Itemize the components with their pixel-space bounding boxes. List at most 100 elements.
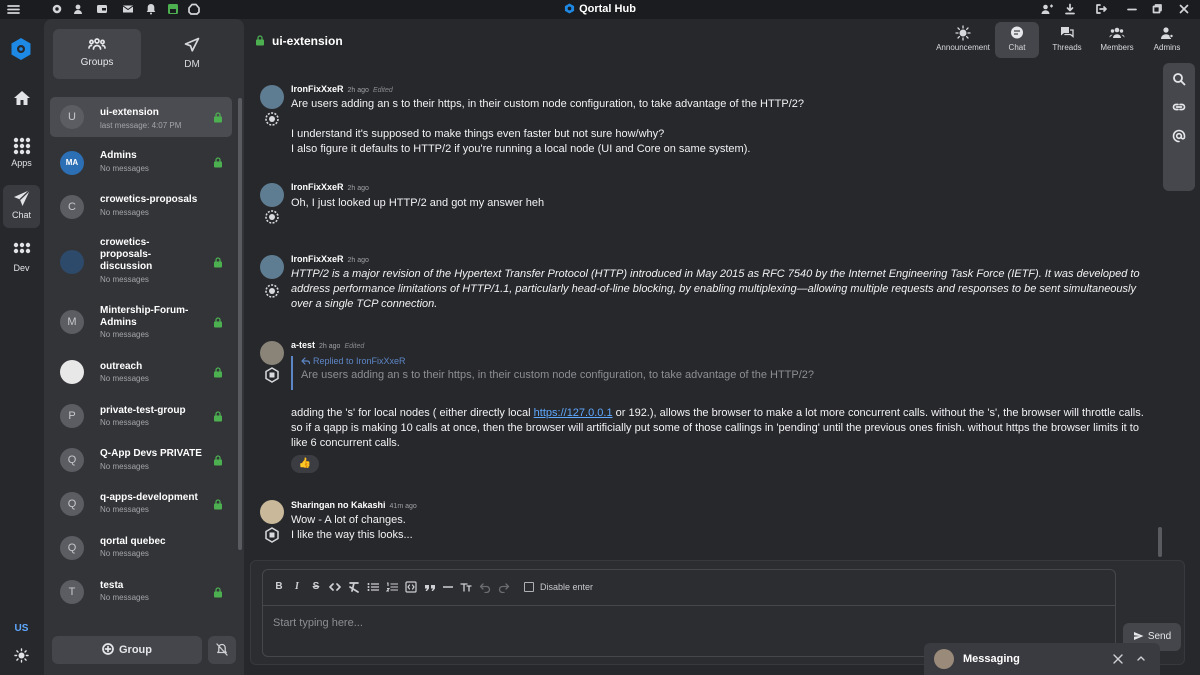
title-bar: Qortal Hub (0, 0, 1200, 19)
lock-icon (213, 499, 223, 510)
channel-title: ui-extension (272, 34, 343, 48)
tab-announcement[interactable]: Announcement (936, 22, 990, 58)
search-icon[interactable] (1172, 72, 1186, 86)
level-badge-icon (264, 111, 280, 127)
chat-nav[interactable]: Chat (0, 188, 43, 220)
tab-threads-label: Threads (1052, 43, 1082, 52)
add-group-label: Group (119, 644, 152, 656)
tab-threads[interactable]: Threads (1044, 22, 1090, 58)
code-icon[interactable] (329, 580, 341, 593)
group-item-admins[interactable]: MA Admins No messages (50, 141, 232, 181)
theme-toggle-sun-icon[interactable] (14, 648, 29, 663)
message-author[interactable]: IronFixXxeR (291, 254, 344, 264)
group-item-mintership-forum-admins[interactable]: M Mintership-Forum-Admins No messages (50, 296, 232, 346)
home-nav[interactable] (0, 90, 43, 108)
message-header: IronFixXxeR 2h ago Edited (291, 84, 393, 94)
bullet-list-icon[interactable] (367, 580, 379, 593)
chat-bubble-icon (995, 25, 1039, 41)
mute-notifications-button[interactable] (208, 636, 236, 664)
horizontal-rule-icon[interactable] (442, 580, 454, 593)
logout-icon[interactable] (1095, 3, 1108, 16)
text-format-icon[interactable] (460, 580, 472, 593)
group-item-outreach[interactable]: outreach No messages (50, 352, 232, 392)
message-text-pre: adding the 's' for local nodes ( either … (291, 407, 534, 419)
add-group-button[interactable]: Group (52, 636, 202, 664)
dev-nav[interactable]: Dev (0, 241, 43, 273)
account-switch-icon[interactable] (1041, 3, 1054, 16)
quote-icon[interactable] (424, 580, 436, 593)
tab-groups[interactable]: Groups (53, 29, 141, 79)
redo-icon[interactable] (498, 580, 510, 593)
group-name: Q-App Devs PRIVATE (100, 448, 202, 459)
italic-icon[interactable]: I (291, 580, 303, 593)
group-item-crowetics-proposals[interactable]: C crowetics-proposals No messages (50, 185, 232, 225)
user-avatar[interactable] (260, 183, 284, 207)
link-icon[interactable] (1172, 100, 1186, 114)
chevron-up-icon[interactable] (1137, 655, 1145, 661)
group-avatar-image (60, 250, 84, 274)
lock-icon (213, 157, 223, 168)
numbered-list-icon[interactable] (386, 580, 398, 593)
message-body: Are users adding an s to their https, in… (291, 97, 1151, 157)
clear-format-icon[interactable] (348, 580, 360, 593)
message-link[interactable]: https://127.0.0.1 (534, 407, 613, 419)
message-author[interactable]: IronFixXxeR (291, 182, 344, 192)
messages-scrollbar[interactable] (1158, 527, 1162, 557)
admins-icon (1144, 25, 1190, 41)
language-selector[interactable]: US (0, 623, 43, 634)
message-header: a-test 2h ago Edited (291, 340, 364, 350)
group-name: testa (100, 580, 124, 591)
close-window-icon[interactable] (1178, 3, 1191, 16)
user-avatar[interactable] (260, 341, 284, 365)
mention-at-icon[interactable] (1172, 129, 1186, 143)
message-author[interactable]: IronFixXxeR (291, 84, 344, 94)
maximize-icon[interactable] (1151, 3, 1164, 16)
tab-dm[interactable]: DM (148, 29, 236, 79)
message-item: a-test 2h ago Edited Replied to IronFixXxe… (252, 338, 1157, 478)
reply-quote[interactable]: Replied to IronFixXxeR Are users adding … (291, 356, 814, 390)
messaging-popup[interactable]: Messaging (924, 643, 1160, 675)
group-list-scrollbar[interactable] (238, 98, 242, 550)
message-author[interactable]: a-test (291, 340, 315, 350)
disable-enter-label: Disable enter (540, 582, 594, 592)
group-item-q-apps-development[interactable]: Q q-apps-development No messages (50, 484, 232, 524)
user-avatar[interactable] (260, 500, 284, 524)
dev-grid-icon (0, 241, 43, 261)
undo-icon[interactable] (479, 580, 491, 593)
strikethrough-icon[interactable]: S (310, 580, 322, 593)
user-avatar[interactable] (260, 255, 284, 279)
group-last-message: No messages (100, 505, 149, 514)
group-last-message: No messages (100, 275, 149, 284)
minimize-icon[interactable] (1126, 3, 1139, 16)
tab-members[interactable]: Members (1094, 22, 1140, 58)
group-last-message: No messages (100, 208, 149, 217)
reaction-chip[interactable]: 👍 (291, 455, 319, 473)
close-icon[interactable] (1113, 654, 1123, 664)
tab-chat[interactable]: Chat (995, 22, 1039, 58)
bold-icon[interactable]: B (273, 580, 285, 593)
group-last-message: No messages (100, 462, 149, 471)
group-avatar: C (60, 195, 84, 219)
group-item-q-app-devs-private[interactable]: Q Q-App Devs PRIVATE No messages (50, 440, 232, 480)
download-icon[interactable] (1064, 3, 1077, 16)
group-item-private-test-group[interactable]: P private-test-group No messages (50, 396, 232, 436)
tab-groups-label: Groups (80, 57, 114, 68)
message-input[interactable]: Start typing here... (273, 617, 363, 629)
message-author[interactable]: Sharingan no Kakashi (291, 500, 386, 510)
user-avatar[interactable] (260, 85, 284, 109)
group-item-ui-extension[interactable]: U ui-extension last message: 4:07 PM (50, 97, 232, 137)
reply-to-text: Replied to IronFixXxeR (313, 356, 406, 366)
apps-nav[interactable]: Apps (0, 136, 43, 168)
group-item-crowetics-proposals-discussion[interactable]: crowetics-proposals-discussion No messag… (50, 229, 232, 291)
group-avatar: P (60, 404, 84, 428)
group-avatar: M (60, 310, 84, 334)
group-item-qortal-quebec[interactable]: Q qortal quebec No messages (50, 528, 232, 568)
tab-admins[interactable]: Admins (1144, 22, 1190, 58)
qortal-home-logo[interactable] (10, 37, 32, 61)
code-block-icon[interactable] (405, 580, 417, 593)
tab-announcement-label: Announcement (936, 43, 990, 52)
message-body: adding the 's' for local nodes ( either … (291, 406, 1146, 451)
group-item-testa[interactable]: T testa No messages (50, 572, 232, 612)
chat-label: Chat (11, 210, 31, 220)
disable-enter-checkbox[interactable] (524, 582, 534, 592)
